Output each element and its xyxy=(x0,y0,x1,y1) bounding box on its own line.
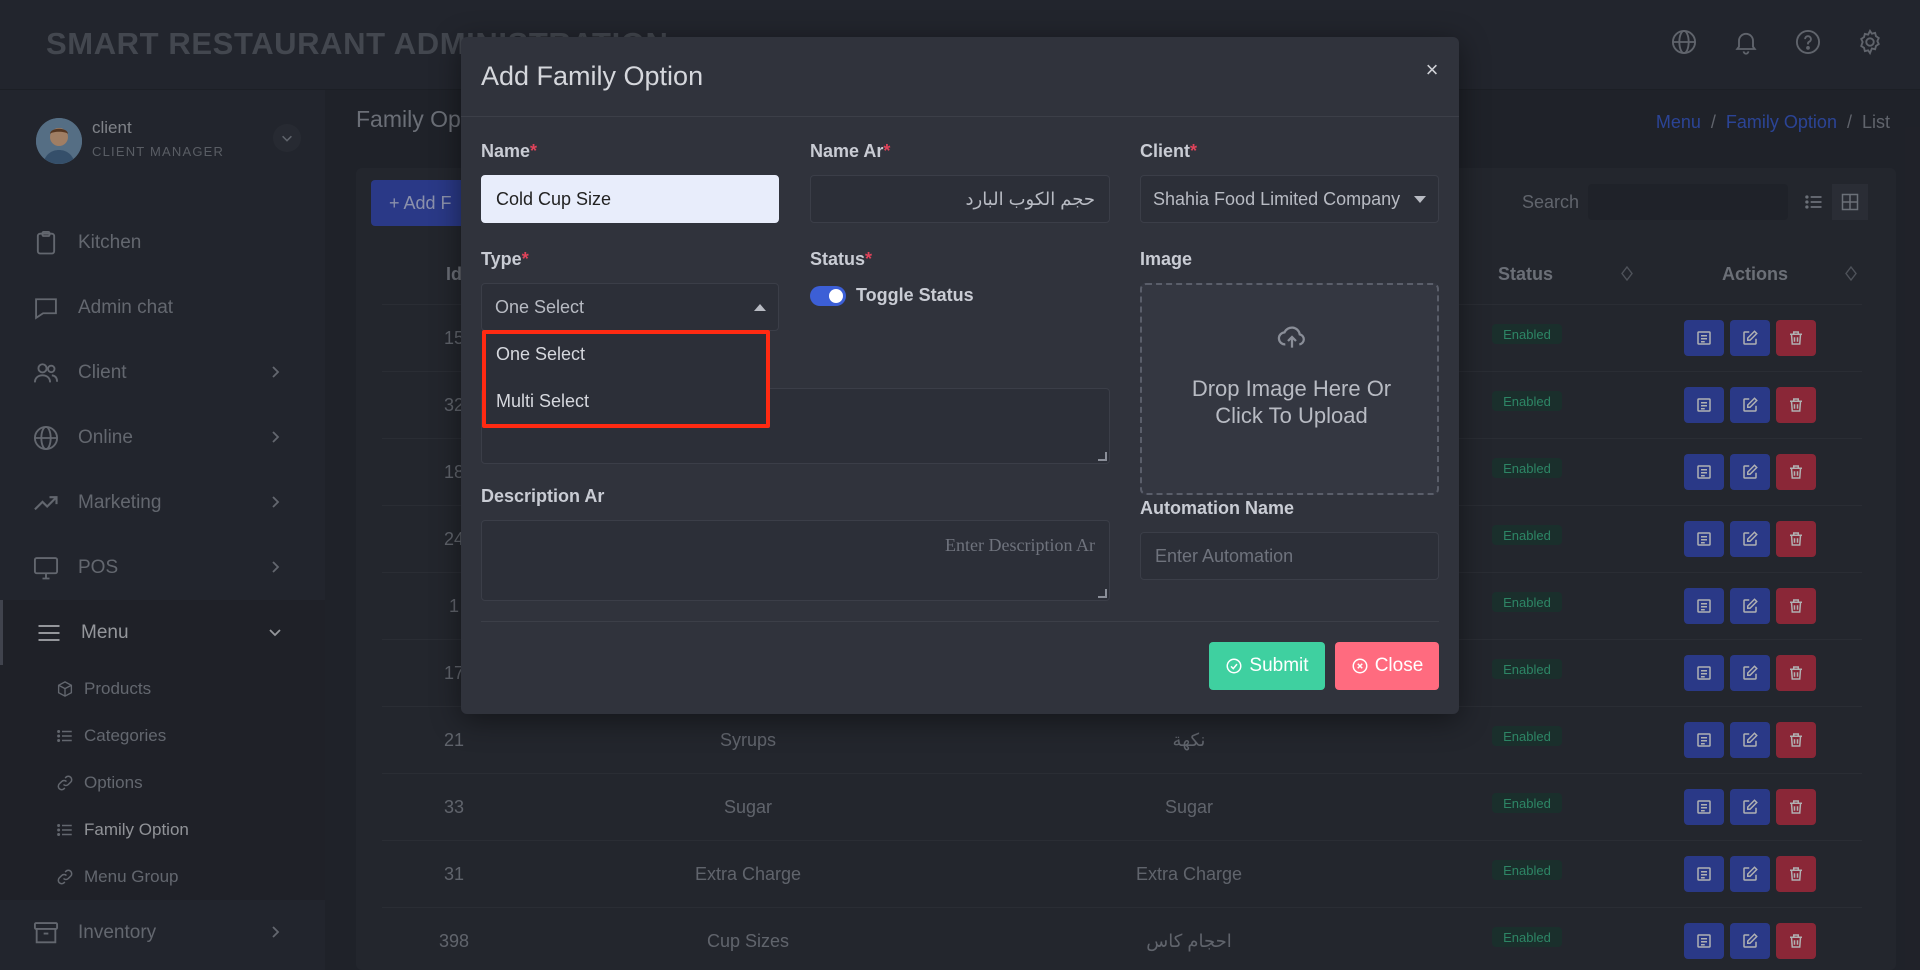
client-label-text: Client xyxy=(1140,141,1191,161)
name-label-text: Name xyxy=(481,141,531,161)
required-mark: * xyxy=(1190,141,1198,161)
client-select[interactable]: Shahia Food Limited Company xyxy=(1140,175,1439,223)
submit-button-label: Submit xyxy=(1249,655,1309,676)
description-ar-placeholder: Enter Description Ar xyxy=(945,535,1095,555)
required-mark: * xyxy=(865,249,873,269)
resize-handle-icon[interactable] xyxy=(1098,452,1107,461)
name-ar-label: Name Ar* xyxy=(810,141,890,162)
type-option-one-select[interactable]: One Select xyxy=(496,344,585,365)
status-toggle-label: Toggle Status xyxy=(856,285,974,305)
required-mark: * xyxy=(530,141,538,161)
modal-title: Add Family Option xyxy=(481,61,704,91)
upload-cloud-icon xyxy=(1276,321,1308,353)
type-label: Type* xyxy=(481,249,529,270)
client-select-value: Shahia Food Limited Company xyxy=(1153,188,1401,209)
name-ar-input[interactable]: حجم الكوب البارد xyxy=(810,175,1110,223)
type-select-value: One Select xyxy=(495,296,585,317)
close-button-label: Close xyxy=(1374,655,1424,676)
automation-name-label: Automation Name xyxy=(1140,498,1295,518)
name-ar-label-text: Name Ar xyxy=(810,141,884,161)
required-mark: * xyxy=(521,249,529,269)
status-toggle[interactable] xyxy=(810,286,846,306)
close-icon[interactable]: × xyxy=(1421,59,1443,81)
caret-up-icon xyxy=(754,304,766,311)
image-dropzone[interactable]: Drop Image Here Or Click To Upload xyxy=(1140,283,1439,495)
close-button[interactable]: Close xyxy=(1335,642,1439,690)
submit-button[interactable]: Submit xyxy=(1209,642,1325,690)
name-ar-input-value: حجم الكوب البارد xyxy=(965,188,1095,209)
type-label-text: Type xyxy=(481,249,522,269)
automation-input[interactable]: Enter Automation xyxy=(1140,532,1439,580)
name-input-value: Cold Cup Size xyxy=(496,188,612,209)
dropzone-line-1: Drop Image Here Or xyxy=(1191,376,1392,401)
x-circle-icon xyxy=(1351,657,1369,675)
check-circle-icon xyxy=(1225,657,1243,675)
description-ar-label: Description Ar xyxy=(481,486,605,506)
status-label-text: Status xyxy=(810,249,866,269)
image-label: Image xyxy=(1140,249,1193,269)
modal-header: Add Family Option × xyxy=(461,37,1459,117)
type-dropdown-menu: One Select Multi Select xyxy=(482,330,770,428)
status-label: Status* xyxy=(810,249,872,270)
dropzone-text: Drop Image Here Or Click To Upload xyxy=(1142,375,1441,429)
description-ar-textarea[interactable]: Enter Description Ar xyxy=(481,520,1110,601)
resize-handle-icon[interactable] xyxy=(1098,589,1107,598)
toggle-knob xyxy=(829,289,843,303)
type-select[interactable]: One Select xyxy=(481,283,779,331)
dropzone-line-2: Click To Upload xyxy=(1215,403,1368,428)
caret-down-icon xyxy=(1414,196,1426,203)
required-mark: * xyxy=(883,141,891,161)
client-label: Client* xyxy=(1140,141,1197,162)
modal-footer-divider xyxy=(481,621,1439,622)
name-label: Name* xyxy=(481,141,537,162)
type-option-multi-select[interactable]: Multi Select xyxy=(496,391,589,412)
name-input[interactable]: Cold Cup Size xyxy=(481,175,779,223)
automation-placeholder: Enter Automation xyxy=(1155,545,1294,566)
